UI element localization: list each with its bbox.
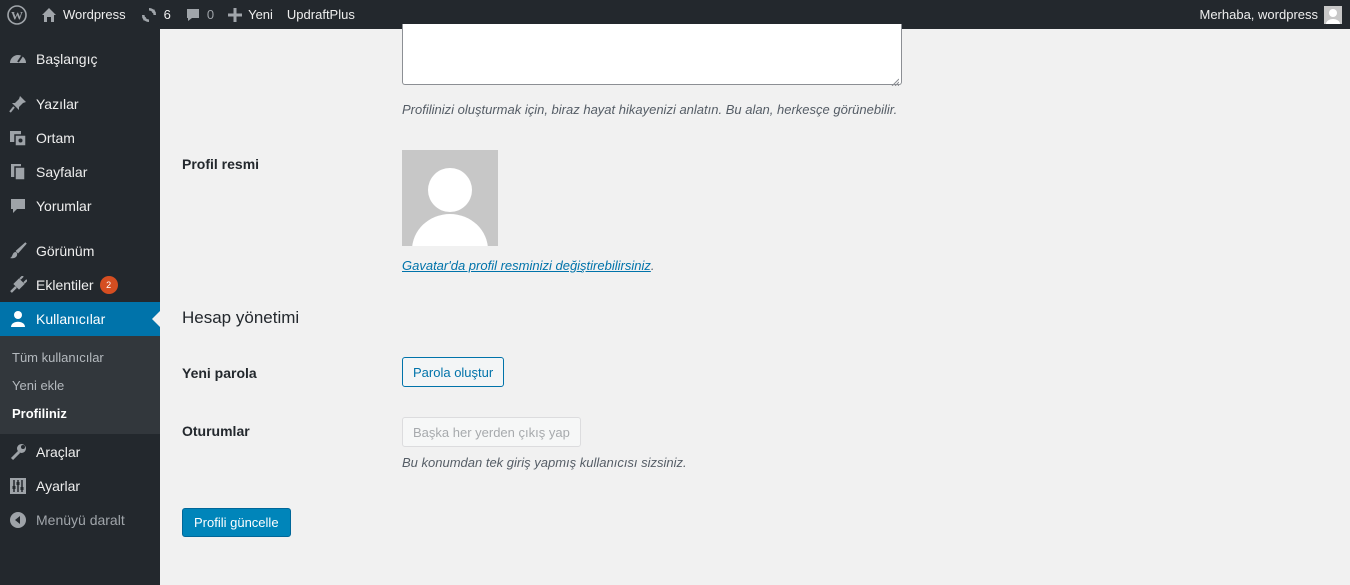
plus-icon: [228, 7, 243, 22]
comments-icon: [185, 7, 201, 23]
comments-menu[interactable]: 0: [178, 0, 221, 29]
user-avatar-icon: [1324, 5, 1342, 24]
tools-icon: [0, 443, 36, 461]
settings-icon: [0, 477, 36, 495]
wordpress-logo-icon: W: [7, 4, 27, 25]
comments-icon: [0, 197, 36, 215]
menu-item-media[interactable]: Ortam: [0, 121, 160, 155]
menu-item-plugins[interactable]: Eklentiler 2: [0, 268, 160, 302]
site-name: Wordpress: [63, 7, 126, 22]
admin-sidebar: Başlangıç Yazılar Ortam Sayfalar Yorumla…: [0, 29, 160, 585]
generate-password-button[interactable]: Parola oluştur: [402, 357, 505, 387]
profile-form: Profilinizi oluşturmak için, biraz hayat…: [160, 24, 1350, 585]
updates-menu[interactable]: 6: [133, 0, 178, 29]
plugins-icon: [0, 276, 36, 294]
plugins-update-badge: 2: [99, 276, 118, 294]
bio-description: Profilinizi oluşturmak için, biraz hayat…: [402, 102, 898, 117]
collapse-menu-button[interactable]: Menüyü daralt: [0, 503, 160, 537]
menu-item-users[interactable]: Kullanıcılar: [0, 302, 160, 336]
gravatar-link[interactable]: Gavatar'da profil resminizi değiştirebil…: [402, 258, 651, 273]
biographical-info-textarea[interactable]: [402, 24, 902, 87]
new-password-label: Yeni parola: [182, 365, 257, 381]
sessions-label: Oturumlar: [182, 423, 250, 439]
resize-handle-icon[interactable]: [891, 74, 900, 87]
home-icon: [41, 7, 57, 23]
comments-count: 0: [206, 7, 215, 22]
my-account-menu[interactable]: Merhaba, wordpress: [1193, 0, 1350, 29]
wordpress-logo-menu[interactable]: W: [0, 0, 34, 29]
site-name-menu[interactable]: Wordpress: [34, 0, 133, 29]
menu-item-tools[interactable]: Araçlar: [0, 435, 160, 469]
pin-icon: [0, 95, 36, 113]
updates-count: 6: [163, 7, 171, 22]
menu-item-appearance[interactable]: Görünüm: [0, 234, 160, 268]
updraftplus-label: UpdraftPlus: [286, 7, 355, 22]
profile-picture-label: Profil resmi: [182, 156, 260, 172]
greeting: Merhaba, wordpress: [1199, 7, 1319, 22]
account-management-heading: Hesap yönetimi: [182, 308, 300, 327]
submenu-item-add-new[interactable]: Yeni ekle: [12, 378, 64, 393]
menu-item-posts[interactable]: Yazılar: [0, 87, 160, 121]
submenu-item-your-profile[interactable]: Profiliniz: [12, 406, 67, 421]
collapse-icon: [0, 511, 36, 529]
new-content-menu[interactable]: Yeni: [221, 0, 280, 29]
appearance-icon: [0, 242, 36, 260]
submenu-item-all-users[interactable]: Tüm kullanıcılar: [12, 350, 104, 365]
pages-icon: [0, 163, 36, 181]
users-submenu: Tüm kullanıcılar Yeni ekle Profiliniz: [0, 336, 160, 434]
dashboard-icon: [0, 50, 36, 68]
users-icon: [0, 310, 36, 328]
updates-icon: [140, 6, 158, 24]
sessions-description: Bu konumdan tek giriş yapmış kullanıcısı…: [402, 455, 687, 470]
menu-item-pages[interactable]: Sayfalar: [0, 155, 160, 189]
svg-text:W: W: [11, 8, 23, 22]
logout-everywhere-button[interactable]: Başka her yerden çıkış yap: [402, 417, 581, 447]
gravatar-description: Gavatar'da profil resminizi değiştirebil…: [402, 258, 655, 273]
update-profile-button[interactable]: Profili güncelle: [182, 508, 291, 537]
media-icon: [0, 129, 36, 147]
menu-item-dashboard[interactable]: Başlangıç: [0, 42, 160, 76]
menu-item-comments[interactable]: Yorumlar: [0, 189, 160, 223]
new-label: Yeni: [248, 7, 273, 22]
updraftplus-menu[interactable]: UpdraftPlus: [280, 0, 362, 29]
menu-item-settings[interactable]: Ayarlar: [0, 469, 160, 503]
profile-picture-avatar: [402, 150, 498, 246]
